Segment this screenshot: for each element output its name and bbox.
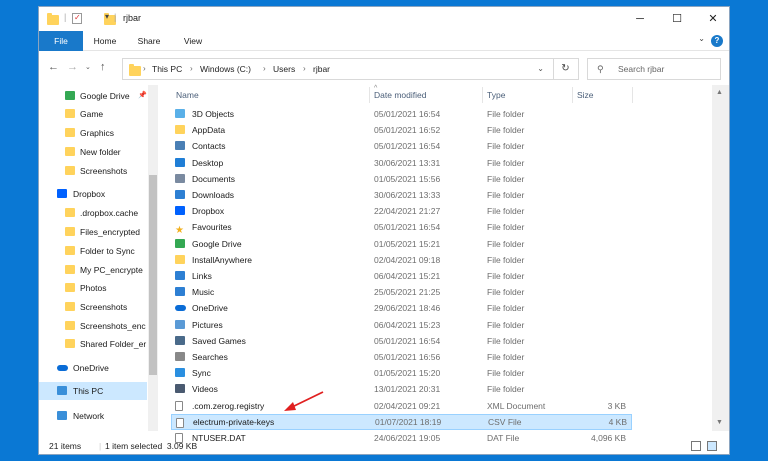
red-arrow-annotation [284, 391, 324, 411]
